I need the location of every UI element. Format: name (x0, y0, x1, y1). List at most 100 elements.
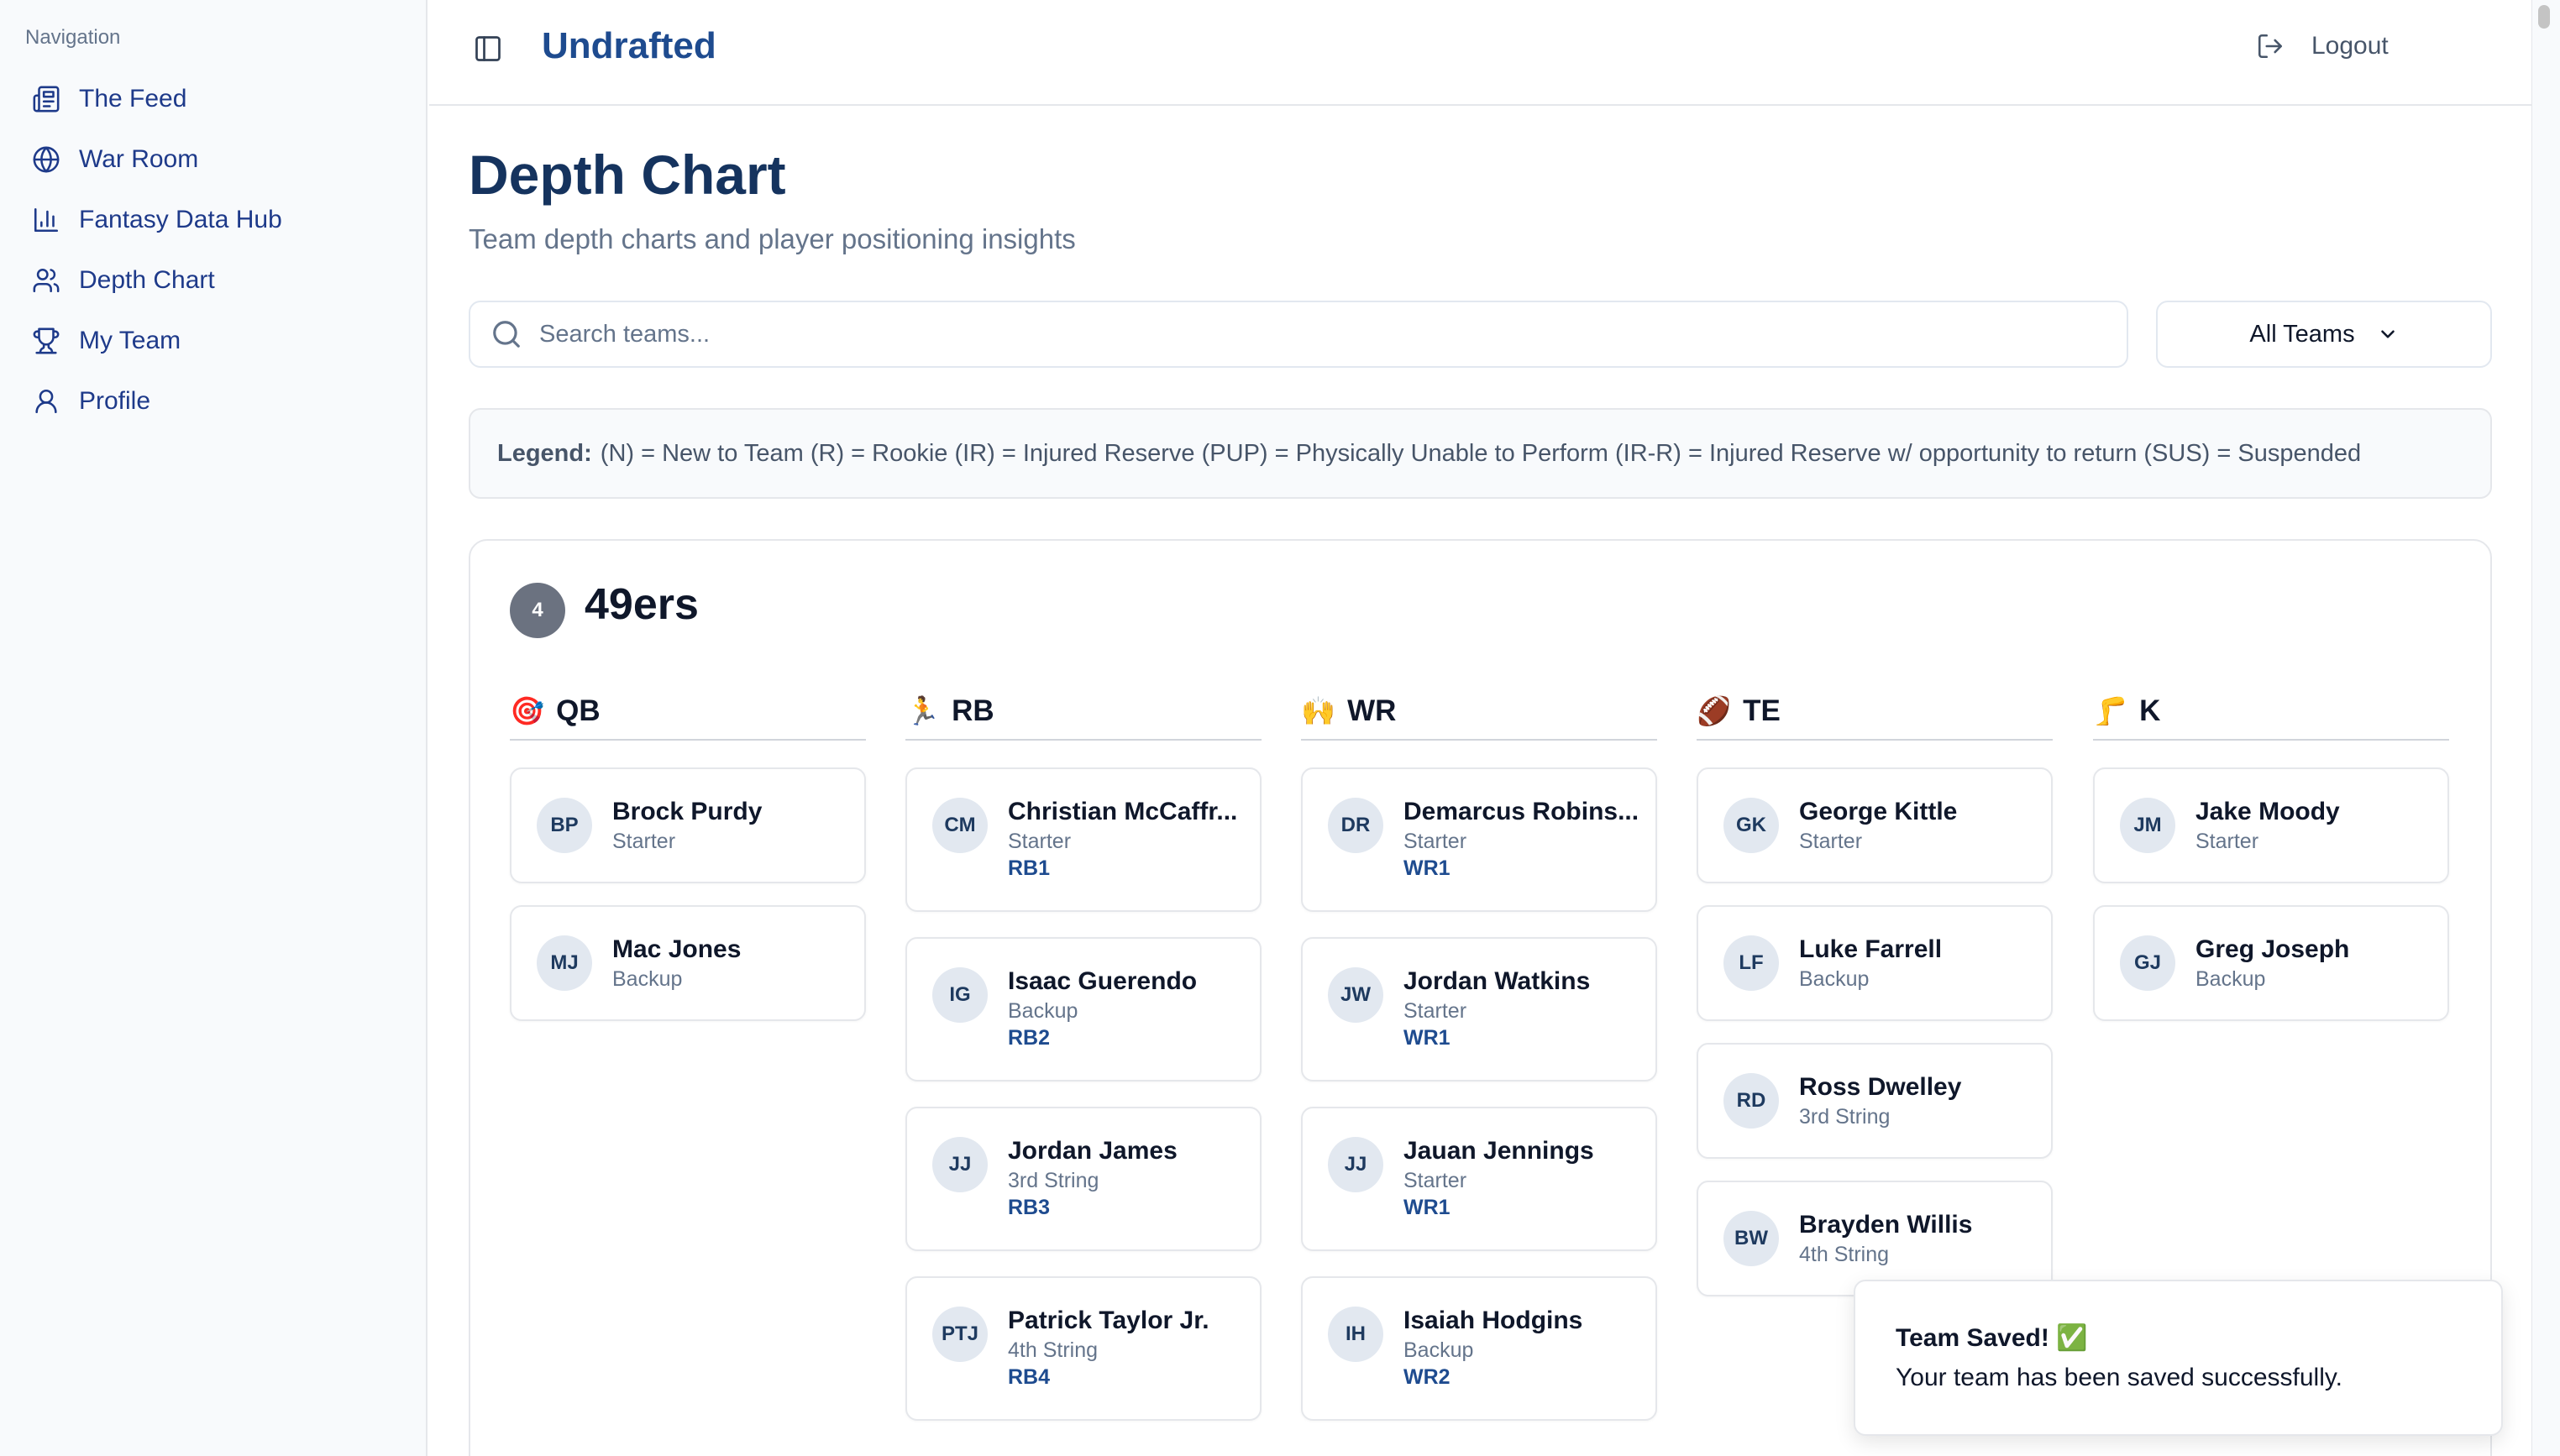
player-slot: WR1 (1403, 856, 1450, 880)
page-title: Depth Chart (469, 144, 786, 206)
player-slot: RB4 (1008, 1365, 1051, 1389)
player-name: Patrick Taylor Jr. (1008, 1307, 1209, 1334)
player-slot: RB2 (1008, 1026, 1051, 1050)
player-status: Starter (1403, 999, 1467, 1023)
player-name: Brock Purdy (612, 798, 763, 825)
football-icon: 🏈 (1697, 694, 1732, 726)
logout-button[interactable]: Logout (2256, 32, 2389, 60)
sidebar: Navigation The Feed War Room Fantasy Dat… (0, 0, 428, 1456)
player-name: Greg Joseph (2195, 935, 2350, 963)
sidebar-item-fantasy-data-hub[interactable]: Fantasy Data Hub (0, 190, 426, 250)
player-slot: RB1 (1008, 856, 1051, 880)
toast-message: Your team has been saved successfully. (1896, 1364, 2342, 1391)
player-card[interactable]: JW Jordan Watkins Starter WR1 (1301, 937, 1657, 1082)
player-card[interactable]: IH Isaiah Hodgins Backup WR2 (1301, 1276, 1657, 1421)
player-name: Jordan Watkins (1403, 967, 1591, 995)
scrollbar[interactable] (2531, 0, 2560, 1456)
sidebar-item-label: My Team (79, 327, 181, 354)
logout-icon (2258, 34, 2283, 59)
player-card[interactable]: GK George Kittle Starter (1697, 767, 2053, 883)
trophy-icon (33, 327, 60, 354)
position-header: 🎯 QB (510, 690, 866, 741)
search-input[interactable] (539, 320, 2118, 348)
player-status: 3rd String (1799, 1105, 1891, 1129)
raised-hands-icon: 🙌 (1301, 694, 1336, 726)
player-name: Jake Moody (2195, 798, 2340, 825)
legend-label: Legend: (497, 439, 592, 467)
player-status: Backup (2195, 967, 2266, 991)
team-filter-select[interactable]: All Teams (2156, 301, 2492, 368)
player-card[interactable]: JJ Jordan James 3rd String RB3 (905, 1107, 1262, 1251)
sidebar-item-war-room[interactable]: War Room (0, 129, 426, 190)
player-status: Starter (612, 830, 676, 853)
player-status: 3rd String (1008, 1169, 1099, 1192)
position-header: 🏃 RB (905, 690, 1262, 741)
users-icon (33, 268, 60, 293)
position-column-rb: 🏃 RB CM Christian McCaffr... Starter RB1… (905, 690, 1262, 1421)
sidebar-item-profile[interactable]: Profile (0, 371, 426, 432)
search-icon (493, 321, 520, 348)
player-status: Backup (1008, 999, 1078, 1023)
position-column-te: 🏈 TE GK George Kittle Starter LF Luke Fa… (1697, 690, 2053, 1296)
position-header: 🙌 WR (1301, 690, 1657, 741)
sidebar-item-depth-chart[interactable]: Depth Chart (0, 250, 426, 311)
player-status: Backup (1403, 1338, 1474, 1362)
player-card[interactable]: PTJ Patrick Taylor Jr. 4th String RB4 (905, 1276, 1262, 1421)
avatar: JM (2120, 798, 2175, 853)
player-status: 4th String (1008, 1338, 1099, 1362)
leg-icon: 🦵 (2093, 694, 2128, 726)
page-subtitle: Team depth charts and player positioning… (469, 223, 1076, 254)
player-card[interactable]: RD Ross Dwelley 3rd String (1697, 1043, 2053, 1159)
avatar: BW (1723, 1211, 1779, 1266)
player-name: Mac Jones (612, 935, 742, 963)
player-name: Isaiah Hodgins (1403, 1307, 1583, 1334)
legend-panel: Legend: (N) = New to Team (R) = Rookie (… (469, 408, 2492, 499)
player-name: George Kittle (1799, 798, 1958, 825)
bar-chart-icon (34, 207, 59, 233)
toast-notification: Team Saved! ✅ Your team has been saved s… (1854, 1280, 2503, 1436)
player-card[interactable]: MJ Mac Jones Backup (510, 905, 866, 1021)
player-card[interactable]: CM Christian McCaffr... Starter RB1 (905, 767, 1262, 912)
sidebar-item-my-team[interactable]: My Team (0, 311, 426, 371)
position-column-qb: 🎯 QB BP Brock Purdy Starter MJ Mac Jones… (510, 690, 866, 1021)
position-code: WR (1347, 694, 1397, 727)
avatar: CM (932, 798, 988, 853)
player-card[interactable]: GJ Greg Joseph Backup (2093, 905, 2449, 1021)
player-name: Isaac Guerendo (1008, 967, 1198, 995)
avatar: LF (1723, 935, 1779, 991)
avatar: IG (932, 967, 988, 1023)
avatar: PTJ (932, 1307, 988, 1362)
avatar: RD (1723, 1073, 1779, 1129)
player-card[interactable]: JJ Jauan Jennings Starter WR1 (1301, 1107, 1657, 1251)
position-code: K (2139, 694, 2161, 727)
avatar: BP (537, 798, 592, 853)
runner-icon: 🏃 (905, 694, 941, 726)
brand-logo-text[interactable]: Undrafted (542, 25, 716, 67)
sidebar-item-the-feed[interactable]: The Feed (0, 69, 426, 129)
player-status: Starter (1008, 830, 1072, 853)
team-filter-value: All Teams (2249, 320, 2355, 348)
player-status: Starter (1403, 830, 1467, 853)
player-card[interactable]: IG Isaac Guerendo Backup RB2 (905, 937, 1262, 1082)
avatar: DR (1328, 798, 1383, 853)
position-code: TE (1743, 694, 1781, 727)
player-status: Starter (2195, 830, 2259, 853)
player-card[interactable]: LF Luke Farrell Backup (1697, 905, 2053, 1021)
newspaper-icon (33, 86, 60, 113)
position-header: 🦵 K (2093, 690, 2449, 741)
team-rank-badge: 4 (510, 583, 565, 638)
nav-heading: Navigation (25, 26, 121, 49)
player-card[interactable]: BP Brock Purdy Starter (510, 767, 866, 883)
sidebar-toggle-button[interactable] (473, 34, 510, 71)
player-card[interactable]: DR Demarcus Robins... Starter WR1 (1301, 767, 1657, 912)
avatar: GK (1723, 798, 1779, 853)
target-icon: 🎯 (510, 694, 545, 726)
scrollbar-thumb[interactable] (2538, 5, 2550, 29)
player-card[interactable]: JM Jake Moody Starter (2093, 767, 2449, 883)
position-column-wr: 🙌 WR DR Demarcus Robins... Starter WR1 J… (1301, 690, 1657, 1421)
avatar: JJ (1328, 1137, 1383, 1192)
player-name: Christian McCaffr... (1008, 798, 1238, 825)
player-name: Jordan James (1008, 1137, 1178, 1165)
search-box[interactable] (469, 301, 2128, 368)
player-slot: RB3 (1008, 1196, 1051, 1219)
